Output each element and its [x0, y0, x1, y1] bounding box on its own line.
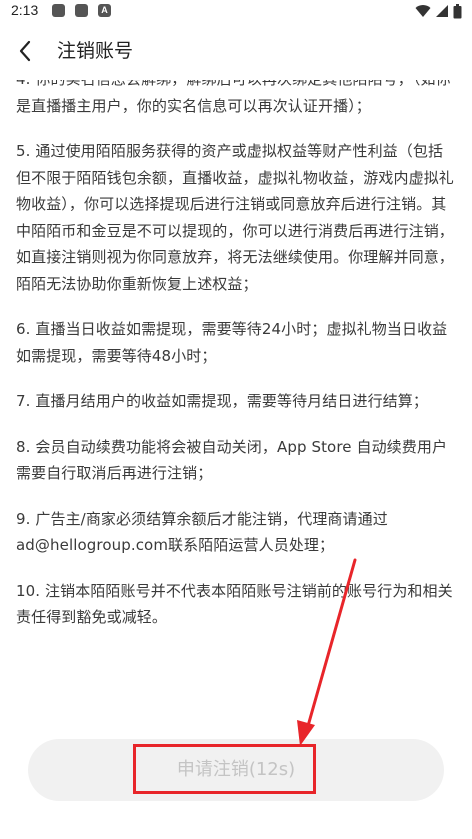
wifi-icon: [415, 5, 431, 18]
chevron-left-icon: [19, 40, 31, 62]
agreement-item: 10. 注销本陌陌账号并不代表本陌陌账号注销前的账号行为和相关责任得到豁免或减轻…: [16, 581, 453, 627]
status-bar: 2:13 A: [0, 0, 472, 22]
apply-cancellation-button[interactable]: 申请注销(12s): [28, 739, 444, 801]
apply-cancellation-label: 申请注销(12s): [176, 759, 296, 780]
notification-icon: [75, 4, 88, 17]
status-right-icons: [415, 3, 462, 19]
agreement-item: 9. 广告主/商家必须结算余额后才能注销，代理商请通过ad@hellogroup…: [16, 509, 388, 555]
top-app-bar: 注销账号: [0, 22, 472, 80]
status-time: 2:13: [11, 2, 39, 18]
signal-icon: [436, 5, 448, 17]
agreement-item: 4. 你的实名信息会解绑，解绑后可以再次绑定其他陌陌号，（如你是直播播主用户，你…: [16, 80, 451, 115]
back-button[interactable]: [10, 36, 40, 66]
agreement-item: 8. 会员自动续费功能将会被自动关闭，App Store 自动续费用户需要自行取…: [16, 437, 448, 483]
agreement-scroll-area[interactable]: 4. 你的实名信息会解绑，解绑后可以再次绑定其他陌陌号，（如你是直播播主用户，你…: [0, 80, 472, 725]
agreement-text: 4. 你的实名信息会解绑，解绑后可以再次绑定其他陌陌号，（如你是直播播主用户，你…: [16, 80, 456, 650]
agreement-item: 5. 通过使用陌陌服务获得的资产或虚拟权益等财产性利益（包括但不限于陌陌钱包余额…: [16, 142, 454, 293]
page-title: 注销账号: [57, 40, 134, 62]
agreement-item: 7. 直播月结用户的收益如需提现，需要等待月结日进行结算；: [16, 392, 428, 410]
footer-bar: 申请注销(12s): [0, 725, 472, 839]
font-icon: A: [98, 4, 111, 17]
agreement-item: 6. 直播当日收益如需提现，需要等待24小时；虚拟礼物当日收益如需提现，需要等待…: [16, 320, 448, 365]
notification-icon: [52, 4, 65, 17]
font-icon-letter: A: [101, 5, 108, 15]
battery-icon: [453, 3, 462, 18]
